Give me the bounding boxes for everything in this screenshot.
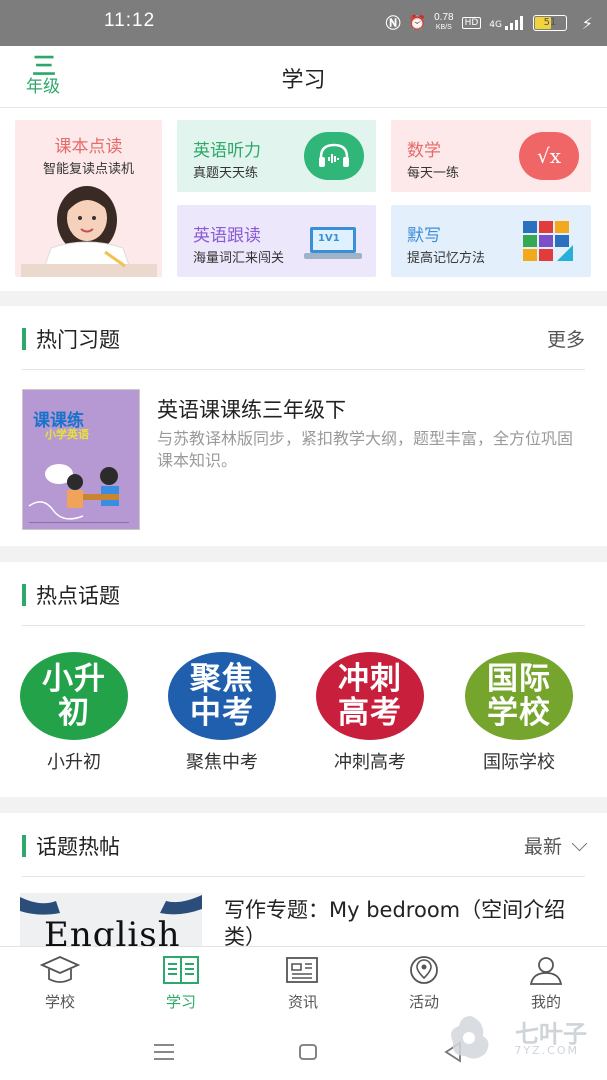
net-speed: 0.78 KB/S — [434, 11, 454, 31]
hot-exercises-section: 热门习题 更多 课课练 小学英语 英语课课练三年级下 与苏教译林版同步，紧扣教学… — [0, 306, 607, 546]
tab-news[interactable]: 资讯 — [263, 955, 343, 1012]
alarm-icon: ⏰ — [408, 14, 427, 31]
tab-study[interactable]: 学习 — [141, 955, 221, 1012]
topic-badge: 小升 初 — [20, 652, 128, 740]
card-title: 默写 — [407, 226, 441, 246]
topic-label: 聚焦中考 — [186, 752, 258, 773]
battery-icon: 51 — [533, 14, 567, 31]
book-title[interactable]: 英语课课练三年级下 — [157, 394, 346, 424]
topic-label: 国际学校 — [483, 752, 555, 773]
card-title: 课本点读 — [54, 137, 123, 157]
topic-posts-section: 话题热帖 最新 English 写作专题：My bedroom（空间介绍类） — [0, 813, 607, 948]
post-title[interactable]: 写作专题：My bedroom（空间介绍类） — [224, 897, 584, 948]
page-title: 学习 — [281, 68, 326, 93]
children-illustration — [28, 464, 129, 523]
section-header: 热点话题 — [22, 562, 585, 626]
section-accent-bar — [22, 584, 26, 606]
dictation-card[interactable]: 默写 提高记忆方法 — [391, 205, 591, 277]
chevron-down-icon — [571, 835, 588, 852]
more-link[interactable]: 更多 — [547, 325, 585, 352]
open-book-icon — [163, 956, 199, 984]
section-accent-bar — [22, 328, 26, 350]
status-icons: Ⓝ ⏰ 0.78 KB/S HD 4G 51 — [386, 12, 567, 33]
sort-label: 最新 — [523, 836, 562, 858]
topic-badge: 冲刺 高考 — [316, 652, 424, 740]
math-blocks-icon — [519, 219, 577, 263]
section-title: 热点话题 — [36, 584, 120, 608]
square-root-icon: √x — [519, 132, 579, 180]
topic-junior-entrance[interactable]: 小升 初 小升初 — [14, 652, 134, 774]
topic-international-school[interactable]: 国际 学校 国际学校 — [459, 652, 579, 774]
tab-label: 学习 — [165, 993, 196, 1011]
cover-subtitle: 小学英语 — [45, 428, 89, 441]
sort-dropdown[interactable]: 最新 — [523, 832, 588, 859]
card-title: 英语听力 — [193, 141, 261, 161]
location-pin-icon — [410, 956, 438, 984]
site-watermark: 七叶子 7YZ.COM — [445, 1006, 595, 1066]
newspaper-icon — [286, 957, 318, 983]
section-accent-bar — [22, 835, 26, 857]
card-title: 数学 — [407, 141, 441, 161]
english-follow-reading-card[interactable]: 英语跟读 海量词汇来闯关 1V1 — [177, 205, 376, 277]
topic-badge: 国际 学校 — [465, 652, 573, 740]
status-time: 11:12 — [104, 10, 156, 31]
tab-profile[interactable]: 我的 — [506, 955, 586, 1012]
book-description: 与苏教译林版同步，紧扣教学大纲，题型丰富，全方位巩固课本知识。 — [157, 429, 574, 470]
mortarboard-icon — [40, 956, 80, 983]
section-title: 热门习题 — [36, 328, 120, 352]
girl-studying-illustration — [21, 186, 157, 277]
signal-icon: 4G — [489, 15, 525, 30]
section-header: 热门习题 更多 — [22, 306, 585, 370]
card-subtitle: 每天一练 — [407, 166, 460, 181]
card-subtitle: 智能复读点读机 — [42, 162, 134, 177]
hd-icon: HD — [461, 16, 482, 29]
section-title: 话题热帖 — [36, 835, 120, 859]
watermark-url: 7YZ.COM — [514, 1044, 579, 1057]
card-subtitle: 提高记忆方法 — [407, 251, 486, 266]
watermark-logo-icon — [451, 1016, 489, 1059]
tab-school[interactable]: 学校 — [20, 955, 100, 1012]
home-icon[interactable] — [297, 1041, 319, 1063]
card-subtitle: 海量词汇来闯关 — [193, 251, 285, 266]
math-card[interactable]: 数学 每天一练 √x — [391, 120, 591, 192]
person-icon — [529, 957, 563, 985]
post-thumbnail[interactable]: English — [20, 893, 202, 948]
topic-label: 冲刺高考 — [334, 752, 406, 773]
topic-high-school-entrance[interactable]: 聚焦 中考 聚焦中考 — [162, 652, 282, 774]
app-header: 三 年级 学习 — [0, 46, 607, 108]
hot-topics-section: 热点话题 小升 初 小升初 聚焦 中考 聚焦中考 冲刺 高考 冲刺高考 国际 学… — [0, 562, 607, 797]
section-header: 话题热帖 最新 — [22, 813, 588, 877]
laptop-1v1-icon: 1V1 — [304, 219, 362, 263]
english-listening-card[interactable]: 英语听力 真题天天练 — [177, 120, 376, 192]
post-image-text: English — [44, 915, 181, 948]
card-subtitle: 真题天天练 — [193, 166, 259, 181]
tab-activity[interactable]: 活动 — [384, 955, 464, 1012]
topic-label: 小升初 — [47, 752, 101, 773]
topic-badge: 聚焦 中考 — [168, 652, 276, 740]
topic-college-entrance[interactable]: 冲刺 高考 冲刺高考 — [310, 652, 430, 774]
headphones-icon — [304, 132, 364, 180]
tab-label: 学校 — [44, 993, 75, 1011]
textbook-reading-card[interactable]: 课本点读 智能复读点读机 — [15, 120, 162, 277]
feature-grid: 课本点读 智能复读点读机 英语听力 真题天天练 数学 每天一练 √x 英语跟读 … — [0, 108, 607, 291]
menu-icon[interactable] — [152, 1042, 176, 1062]
nfc-icon: Ⓝ — [385, 14, 401, 32]
tab-label: 资讯 — [287, 993, 318, 1011]
card-title: 英语跟读 — [193, 226, 261, 246]
status-bar: 11:12 Ⓝ ⏰ 0.78 KB/S HD 4G 51 ⚡ — [0, 0, 607, 46]
book-cover-image[interactable]: 课课练 小学英语 — [22, 389, 140, 530]
charging-icon: ⚡ — [581, 14, 593, 33]
